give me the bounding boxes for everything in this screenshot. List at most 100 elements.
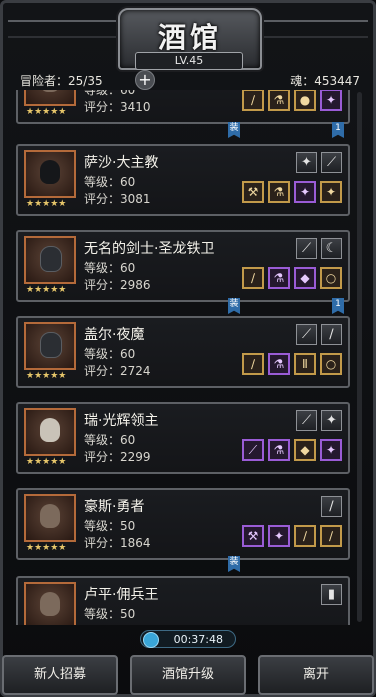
scrollbar[interactable] (357, 92, 362, 622)
armor-icon[interactable]: ✦ (268, 525, 290, 547)
timer-text: 00:37:48 (173, 633, 223, 646)
skill-icon[interactable]: ▮ (321, 584, 342, 605)
timer: 00:37:48 (140, 630, 236, 648)
skill-slots: ⟋ ☾ (292, 237, 342, 259)
hero-score: 评分：2724 (84, 364, 151, 378)
bottom-bar: 00:37:48 新人招募 酒馆升级 离开 (0, 628, 376, 697)
skill-icon[interactable]: ∕ (321, 496, 342, 517)
hero-card[interactable]: ★★★★★ 萨沙·大主教 等级：60 评分：3081 ✦ ⟋ ⚒ ⚗ ✦ ✦ (16, 144, 350, 216)
add-slot-button[interactable]: + (135, 70, 155, 90)
header-ornament-right (258, 20, 368, 38)
hero-portrait (24, 494, 76, 542)
equipment-slots: ⚒ ✦ ∕ ∕ (238, 525, 342, 547)
star-rating: ★★★★★ (26, 107, 67, 117)
skill-icon[interactable]: ✦ (296, 152, 317, 173)
hero-card[interactable]: 卢平·佣兵王 等级：50 ▮ (16, 576, 350, 625)
ring-icon[interactable]: ✦ (320, 181, 342, 203)
equip-tag: 装 (228, 556, 240, 572)
gem-icon[interactable]: ◆ (294, 439, 316, 461)
armor-icon[interactable]: ⚗ (268, 267, 290, 289)
skill-icon[interactable]: ∕ (321, 324, 342, 345)
hero-portrait (24, 408, 76, 456)
skill-slots: ⟋ ∕ (292, 323, 342, 345)
staff-icon[interactable]: ∕ (242, 90, 264, 111)
ring-icon[interactable]: ✦ (320, 90, 342, 111)
staff-icon[interactable]: ⟋ (242, 439, 264, 461)
skill-icon[interactable]: ⟋ (296, 410, 317, 431)
upgrade-button[interactable]: 酒馆升级 (130, 655, 246, 695)
skill-icon[interactable]: ⟋ (321, 152, 342, 173)
hero-name: 无名的剑士·圣龙铁卫 (84, 241, 215, 257)
hero-level: 等级：60 (84, 347, 136, 361)
leave-button[interactable]: 离开 (258, 655, 374, 695)
skill-icon[interactable]: ⟋ (296, 238, 317, 259)
equipment-slots: ⟋ ⚗ ◆ ✦ (238, 439, 342, 461)
hero-score: 评分：3081 (84, 192, 151, 206)
sword-icon[interactable]: ∕ (242, 267, 264, 289)
ring-icon[interactable]: ✦ (320, 439, 342, 461)
ring-icon[interactable]: ○ (320, 267, 342, 289)
adventurer-count: 冒险者：25/35 (20, 74, 103, 88)
skill-icon[interactable]: ☾ (321, 238, 342, 259)
hero-card[interactable]: ★★★★★ 无名的剑士·圣龙铁卫 等级：60 评分：2986 ⟋ ☾ ∕ ⚗ ◆ ○ (16, 230, 350, 302)
sword-icon[interactable]: ∕ (242, 353, 264, 375)
hero-portrait (24, 90, 76, 106)
equip-tag: 装 (228, 122, 240, 138)
hero-portrait (24, 582, 76, 625)
hero-level: 等级：50 (84, 519, 136, 533)
hero-card[interactable]: ★★★★★ 瑞·光辉领主 等级：60 评分：2299 ⟋ ✦ ⟋ ⚗ ◆ ✦ (16, 402, 350, 474)
sword-icon[interactable]: ∕ (294, 525, 316, 547)
star-rating: ★★★★★ (26, 199, 67, 209)
hero-name: 萨沙·大主教 (84, 155, 159, 171)
count-tag: 1 (332, 122, 344, 138)
hero-portrait (24, 150, 76, 198)
gauntlet-icon[interactable]: ◆ (294, 267, 316, 289)
skill-slots: ∕ (317, 495, 342, 517)
armor-icon[interactable]: ⚗ (268, 439, 290, 461)
hero-level: 等级：60 (84, 433, 136, 447)
status-bar: 冒险者：25/35 + 魂：453447 (10, 70, 366, 90)
soul-currency: 魂：453447 (290, 74, 360, 88)
skill-slots: ✦ ⟋ (292, 151, 342, 173)
armor-icon[interactable]: ⚗ (268, 353, 290, 375)
legs-icon[interactable]: Ⅱ (294, 353, 316, 375)
hammer-icon[interactable]: ⚒ (242, 525, 264, 547)
sword-icon[interactable]: ∕ (320, 525, 342, 547)
level-badge: LV.45 (135, 52, 243, 70)
star-rating: ★★★★★ (26, 457, 67, 467)
skill-slots: ⟋ ✦ (292, 409, 342, 431)
hammer-icon[interactable]: ⚒ (242, 181, 264, 203)
count-tag: 1 (332, 298, 344, 314)
star-rating: ★★★★★ (26, 543, 67, 553)
hero-card[interactable]: ★★★★★ 等级：60 评分：3410 ∕ ⚗ ● ✦ (16, 90, 350, 124)
hero-level: 等级：60 (84, 175, 136, 189)
hero-card[interactable]: ★★★★★ 豪斯·勇者 等级：50 评分：1864 ∕ ⚒ ✦ ∕ ∕ (16, 488, 350, 560)
header-ornament-left (8, 20, 118, 38)
armor-icon[interactable]: ⚗ (268, 90, 290, 111)
clock-icon (143, 632, 159, 648)
hero-card[interactable]: ★★★★★ 盖尔·夜魔 等级：60 评分：2724 ⟋ ∕ ∕ ⚗ Ⅱ ○ (16, 316, 350, 388)
ring-icon[interactable]: ○ (320, 353, 342, 375)
hero-name: 豪斯·勇者 (84, 499, 145, 515)
hero-list[interactable]: ★★★★★ 等级：60 评分：3410 ∕ ⚗ ● ✦ 装 1 ★★★★★ 萨沙·大主… (12, 90, 352, 625)
boots-icon[interactable]: ● (294, 90, 316, 111)
star-rating: ★★★★★ (26, 285, 67, 295)
armor-icon[interactable]: ⚗ (268, 181, 290, 203)
page-title: 酒馆 (157, 21, 222, 54)
hero-score: 评分：3410 (84, 100, 151, 114)
hero-level: 等级：60 (84, 90, 136, 97)
hero-level: 等级：50 (84, 607, 136, 621)
equipment-slots: ∕ ⚗ ● ✦ (238, 90, 342, 111)
star-rating: ★★★★★ (26, 371, 67, 381)
hero-name: 盖尔·夜魔 (84, 327, 145, 343)
skill-icon[interactable]: ✦ (321, 410, 342, 431)
hero-score: 评分：2299 (84, 450, 151, 464)
hero-name: 瑞·光辉领主 (84, 413, 159, 429)
equipment-slots: ⚒ ⚗ ✦ ✦ (238, 181, 342, 203)
recruit-button[interactable]: 新人招募 (2, 655, 118, 695)
gem-icon[interactable]: ✦ (294, 181, 316, 203)
skill-slots: ▮ (317, 583, 342, 605)
hero-score: 评分：1864 (84, 536, 151, 550)
skill-icon[interactable]: ⟋ (296, 324, 317, 345)
hero-portrait (24, 322, 76, 370)
